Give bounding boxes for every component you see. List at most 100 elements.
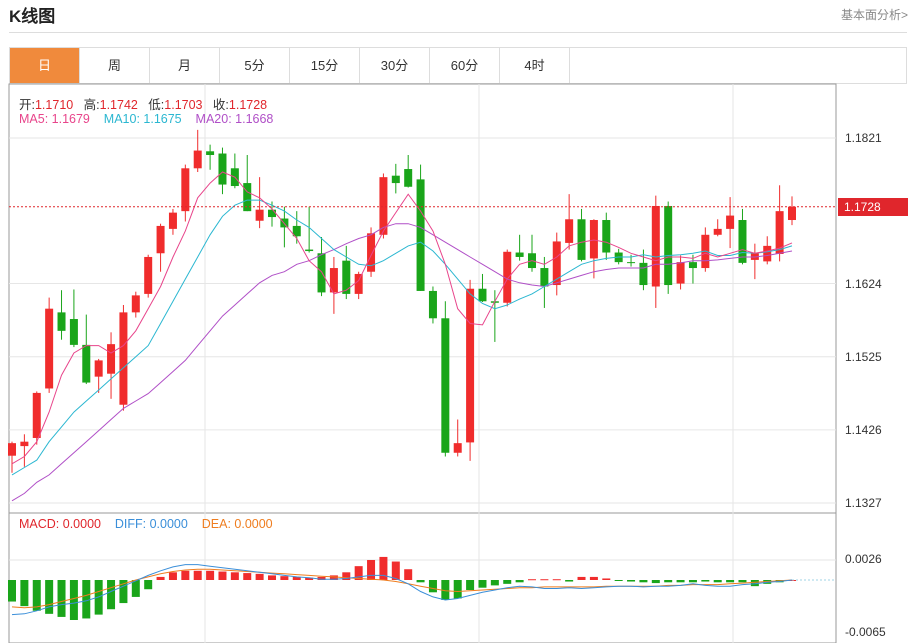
candle xyxy=(577,219,586,260)
macd-bar xyxy=(453,580,462,599)
macd-bar xyxy=(478,580,487,588)
close-label: 收: xyxy=(212,98,229,112)
candle xyxy=(69,319,78,345)
candle xyxy=(218,153,227,185)
macd-bar xyxy=(144,580,153,590)
ma-legend: MA5: 1.1679 MA10: 1.1675 MA20: 1.1668 xyxy=(19,112,273,126)
macd-bar xyxy=(627,580,636,582)
ma10-line xyxy=(11,199,793,476)
macd-bar xyxy=(82,580,91,619)
macd-bar xyxy=(416,580,425,583)
candle xyxy=(738,220,747,263)
candle xyxy=(602,220,611,253)
macd-bar xyxy=(738,580,747,583)
candle xyxy=(404,169,413,187)
macd-bar xyxy=(391,561,400,580)
macd-bar xyxy=(676,580,685,583)
candle xyxy=(57,312,66,331)
macd-bar xyxy=(268,575,276,580)
macd-bar xyxy=(614,580,623,581)
last-price-badge: 1.1728 xyxy=(838,198,908,216)
candle xyxy=(354,273,363,294)
candle xyxy=(552,241,561,286)
ma5-legend: MA5: 1.1679 xyxy=(19,112,90,126)
open-value: 1.1710 xyxy=(34,98,74,112)
candle xyxy=(627,262,636,264)
diff-line xyxy=(11,564,793,616)
macd-tick-label: -0.0065 xyxy=(845,625,886,639)
candle xyxy=(428,290,437,319)
macd-bar xyxy=(230,572,239,580)
macd-legend: MACD: 0.0000 DIFF: 0.0000 DEA: 0.0000 xyxy=(19,517,273,531)
candle xyxy=(478,288,487,302)
macd-bar xyxy=(181,570,190,580)
macd-bar xyxy=(156,576,165,580)
macd-bar xyxy=(726,580,735,583)
candle xyxy=(32,392,41,438)
ohlc-readout: 开:1.1710 高:1.1742 低:1.1703 收:1.1728 xyxy=(19,94,267,113)
candle xyxy=(540,268,549,287)
ma10-legend: MA10: 1.1675 xyxy=(103,112,182,126)
candle xyxy=(107,344,116,374)
candle xyxy=(82,344,91,383)
y-tick-label: 1.1821 xyxy=(845,131,882,145)
high-label: 高: xyxy=(83,98,100,112)
macd-bar xyxy=(503,580,512,584)
macd-bar xyxy=(57,580,66,617)
macd-bar xyxy=(540,579,549,581)
macd-bar xyxy=(8,580,16,602)
candle xyxy=(317,253,326,293)
y-tick-label: 1.1525 xyxy=(845,350,882,364)
candle xyxy=(441,318,450,453)
candle xyxy=(305,249,314,252)
macd-bar xyxy=(69,580,78,620)
macd-bar xyxy=(20,580,29,607)
low-value: 1.1703 xyxy=(164,98,203,112)
candle xyxy=(94,360,103,377)
candle xyxy=(20,441,29,447)
macd-bar xyxy=(589,576,598,580)
macd-bar xyxy=(280,576,289,580)
candle xyxy=(255,209,264,221)
macd-bar xyxy=(45,580,54,614)
y-tick-label: 1.1624 xyxy=(845,277,882,291)
candle xyxy=(676,262,685,284)
candle xyxy=(639,262,648,286)
candle xyxy=(453,443,462,453)
macd-bar xyxy=(664,580,673,583)
macd-bar xyxy=(515,580,524,583)
macd-bar xyxy=(466,580,475,590)
macd-bar xyxy=(428,580,437,593)
candle xyxy=(342,260,351,294)
candle xyxy=(416,179,425,291)
candle xyxy=(664,205,673,286)
macd-panel-frame xyxy=(8,512,837,643)
macd-bar xyxy=(255,573,264,580)
candle xyxy=(688,262,697,269)
macd-bar xyxy=(602,578,611,580)
macd-bar xyxy=(713,580,722,583)
candle xyxy=(788,206,796,221)
macd-bar xyxy=(243,573,252,580)
dea-line xyxy=(11,568,793,609)
candle xyxy=(466,288,475,443)
macd-legend-macd: MACD: 0.0000 xyxy=(19,517,101,531)
candle xyxy=(651,205,660,287)
macd-bar xyxy=(107,580,116,610)
macd-bar xyxy=(490,580,499,586)
candle xyxy=(391,175,400,184)
candle xyxy=(193,150,202,169)
macd-bar xyxy=(528,579,536,581)
high-value: 1.1742 xyxy=(99,98,138,112)
low-label: 低: xyxy=(148,98,165,112)
macd-bar xyxy=(639,580,648,583)
macd-legend-diff: DIFF: 0.0000 xyxy=(114,517,188,531)
candle xyxy=(45,308,54,389)
candle xyxy=(168,212,177,229)
candle xyxy=(156,225,165,254)
macd-bar xyxy=(577,576,586,580)
candle xyxy=(763,245,772,262)
y-tick-label: 1.1327 xyxy=(845,496,882,510)
macd-bar xyxy=(168,572,177,580)
candle xyxy=(726,215,735,229)
